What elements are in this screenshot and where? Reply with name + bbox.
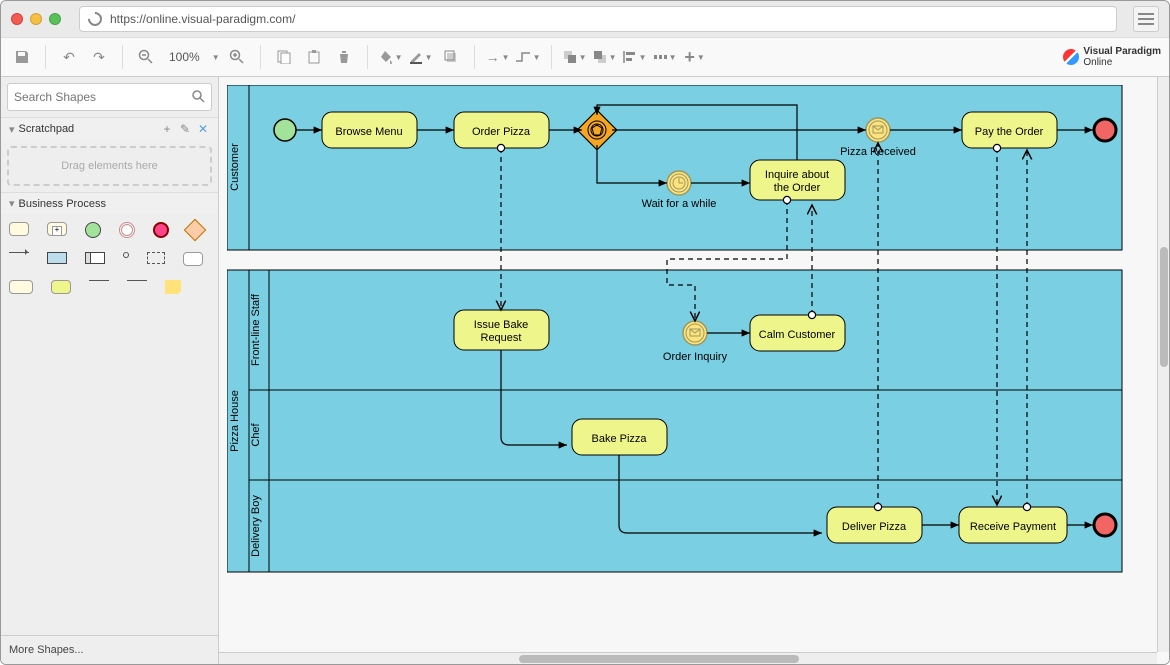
scratchpad-header[interactable]: ▾ Scratchpad + ✎ ✕	[1, 117, 218, 140]
scratchpad-dropzone[interactable]: Drag elements here	[7, 146, 212, 186]
window-controls	[11, 13, 61, 25]
svg-text:Issue BakeRequest: Issue BakeRequest	[474, 319, 528, 344]
palette-message-flow-icon[interactable]	[127, 280, 147, 281]
copy-icon[interactable]	[271, 44, 297, 70]
wait-label: Wait for a while	[642, 198, 717, 210]
to-back-icon[interactable]: ▼	[592, 44, 618, 70]
palette-gateway-icon[interactable]	[184, 219, 207, 242]
vertical-scrollbar[interactable]	[1157, 77, 1169, 652]
to-front-icon[interactable]: ▼	[562, 44, 588, 70]
palette-task-alt-icon[interactable]	[51, 280, 71, 294]
scratchpad-title: Scratchpad	[19, 123, 75, 135]
start-event-customer[interactable]	[274, 119, 296, 141]
svg-text:Order Pizza: Order Pizza	[472, 126, 531, 138]
svg-text:Inquire aboutthe Order: Inquire aboutthe Order	[765, 169, 829, 194]
close-window-icon[interactable]	[11, 13, 23, 25]
palette-intermediate-event-icon[interactable]	[119, 222, 135, 238]
zoom-controls: 100% ▼	[133, 44, 250, 70]
search-input[interactable]	[14, 90, 191, 104]
horizontal-scrollbar[interactable]	[219, 652, 1157, 664]
shadow-icon[interactable]	[438, 44, 464, 70]
palette-sequence-flow-icon[interactable]	[9, 252, 29, 253]
palette-subprocess-icon[interactable]	[47, 222, 67, 236]
sidebar: ▾ Scratchpad + ✎ ✕ Drag elements here ▾ …	[1, 77, 219, 664]
app-root: ↶ ↷ 100% ▼ ▼ ▼ →▼ ▼ ▼	[1, 37, 1169, 664]
canvas[interactable]: Customer Pizza House Front-line Staff Ch…	[219, 77, 1169, 664]
palette-annotation-icon[interactable]	[183, 252, 203, 266]
browser-menu-icon[interactable]	[1133, 6, 1159, 32]
line-color-icon[interactable]: ▼	[408, 44, 434, 70]
scratchpad-hint: Drag elements here	[61, 160, 158, 172]
lane-front-label: Front-line Staff	[250, 293, 262, 366]
undo-icon[interactable]: ↶	[56, 44, 82, 70]
save-icon[interactable]	[9, 44, 35, 70]
paste-icon[interactable]	[301, 44, 327, 70]
zoom-in-icon[interactable]	[224, 44, 250, 70]
add-icon[interactable]: +▼	[682, 44, 708, 70]
end-event-delivery[interactable]	[1094, 514, 1116, 536]
vp-logo: Visual ParadigmOnline	[1063, 46, 1161, 68]
vp-logo-icon	[1063, 49, 1079, 65]
app-toolbar: ↶ ↷ 100% ▼ ▼ ▼ →▼ ▼ ▼	[1, 37, 1169, 77]
scratchpad-add-icon[interactable]: +	[160, 122, 174, 136]
more-shapes-label: More Shapes...	[9, 644, 84, 656]
palette-lane-icon[interactable]	[85, 252, 105, 264]
chevron-down-icon: ▾	[9, 197, 15, 210]
end-event-customer[interactable]	[1094, 119, 1116, 141]
workspace: ▾ Scratchpad + ✎ ✕ Drag elements here ▾ …	[1, 77, 1169, 664]
scratchpad-close-icon[interactable]: ✕	[196, 122, 210, 136]
zoom-out-icon[interactable]	[133, 44, 159, 70]
waypoint-style-icon[interactable]: ▼	[515, 44, 541, 70]
search-icon[interactable]	[191, 89, 205, 106]
minimize-window-icon[interactable]	[30, 13, 42, 25]
fill-color-icon[interactable]: ▼	[378, 44, 404, 70]
distribute-icon[interactable]: ▼	[652, 44, 678, 70]
order-inquiry-label: Order Inquiry	[663, 351, 728, 363]
palette-title: Business Process	[19, 198, 106, 210]
chevron-down-icon: ▾	[9, 123, 15, 136]
url-text: https://online.visual-paradigm.com/	[110, 12, 295, 26]
reload-icon[interactable]	[85, 9, 105, 29]
svg-text:Deliver Pizza: Deliver Pizza	[842, 521, 907, 533]
svg-text:Receive Payment: Receive Payment	[970, 521, 1056, 533]
palette-start-event-icon[interactable]	[85, 222, 101, 238]
pool-customer[interactable]	[227, 85, 1122, 250]
bpmn-diagram[interactable]: Customer Pizza House Front-line Staff Ch…	[227, 85, 1139, 645]
svg-text:Browse Menu: Browse Menu	[335, 126, 402, 138]
zoom-level[interactable]: 100%	[163, 50, 206, 64]
palette-header[interactable]: ▾ Business Process	[1, 192, 218, 214]
align-icon[interactable]: ▼	[622, 44, 648, 70]
connector-style-icon[interactable]: →▼	[485, 44, 511, 70]
shape-palette	[1, 214, 218, 302]
lane-delivery-label: Delivery Boy	[250, 495, 262, 557]
browser-window: https://online.visual-paradigm.com/ ↶ ↷ …	[0, 0, 1170, 665]
palette-call-activity-icon[interactable]	[9, 280, 33, 294]
svg-text:Bake Pizza: Bake Pizza	[591, 433, 647, 445]
maximize-window-icon[interactable]	[49, 13, 61, 25]
shape-search[interactable]	[7, 83, 212, 111]
lane-chef-label: Chef	[250, 422, 262, 446]
pool-pizzahouse-label: Pizza House	[229, 390, 241, 452]
more-shapes-button[interactable]: More Shapes...	[1, 635, 218, 664]
palette-data-object-icon[interactable]	[123, 252, 129, 258]
redo-icon[interactable]: ↷	[86, 44, 112, 70]
palette-end-event-icon[interactable]	[153, 222, 169, 238]
url-bar[interactable]: https://online.visual-paradigm.com/	[79, 6, 1117, 32]
scratchpad-edit-icon[interactable]: ✎	[178, 122, 192, 136]
svg-text:Pay the Order: Pay the Order	[975, 126, 1044, 138]
palette-group-icon[interactable]	[147, 252, 165, 264]
palette-task-icon[interactable]	[9, 222, 29, 236]
palette-pool-icon[interactable]	[47, 252, 67, 264]
palette-note-icon[interactable]	[165, 280, 181, 294]
zoom-dropdown-icon[interactable]: ▼	[212, 53, 220, 62]
vp-sub: Online	[1083, 57, 1112, 68]
vp-brand: Visual Paradigm	[1083, 46, 1161, 57]
delete-icon[interactable]	[331, 44, 357, 70]
svg-text:Calm Customer: Calm Customer	[759, 329, 836, 341]
pool-customer-label: Customer	[229, 143, 241, 191]
palette-association-icon[interactable]	[89, 280, 109, 281]
browser-titlebar: https://online.visual-paradigm.com/	[1, 1, 1169, 37]
